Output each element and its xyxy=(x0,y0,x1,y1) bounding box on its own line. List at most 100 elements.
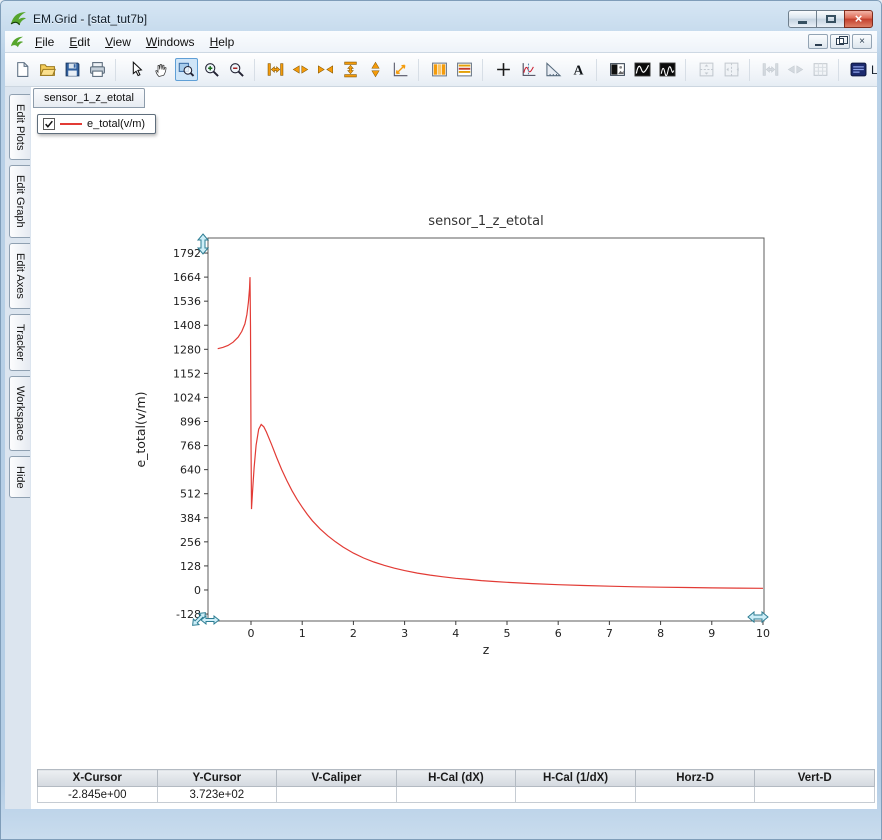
zoom-in-button[interactable] xyxy=(200,58,223,81)
minimize-button[interactable] xyxy=(788,10,817,28)
y-tick-label: 1408 xyxy=(173,319,201,332)
legend-label: e_total(v/m) xyxy=(87,118,145,130)
plot-area[interactable] xyxy=(208,238,764,621)
print-button[interactable] xyxy=(86,58,109,81)
toolbar: A Layout xyxy=(5,53,877,87)
menu-item-windows[interactable]: Windows xyxy=(139,33,202,51)
readout-value xyxy=(396,787,516,803)
zoom-window-icon xyxy=(178,61,195,78)
x-tick-label: 5 xyxy=(503,627,510,640)
caliper-button[interactable] xyxy=(542,58,565,81)
x-tick-label: 2 xyxy=(350,627,357,640)
zoom-window-button[interactable] xyxy=(175,58,198,81)
layout-label: Layout xyxy=(871,63,877,77)
sidebar-tab-edit-graph[interactable]: Edit Graph xyxy=(9,165,30,238)
grid-view-button xyxy=(809,58,832,81)
sync-expand-icon xyxy=(787,61,804,78)
close-button[interactable]: × xyxy=(844,10,873,28)
grid-view-icon xyxy=(812,61,829,78)
split-horizontal-button xyxy=(720,58,743,81)
add-marker-button[interactable] xyxy=(492,58,515,81)
select-pointer-button[interactable] xyxy=(125,58,148,81)
split-vertical-button xyxy=(695,58,718,81)
menu-item-edit[interactable]: Edit xyxy=(62,33,97,51)
y-tick-label: 896 xyxy=(180,416,201,429)
y-tick-label: 128 xyxy=(180,560,201,573)
open-file-button[interactable] xyxy=(36,58,59,81)
toolbar-separator xyxy=(749,59,755,81)
main-area: sensor_1_z_etotal e_total(v/m) -12801282… xyxy=(31,87,877,809)
tracker-icon xyxy=(520,61,537,78)
x-tick-label: 7 xyxy=(606,627,613,640)
tracker-button[interactable] xyxy=(517,58,540,81)
expand-y-button[interactable] xyxy=(364,58,387,81)
save-icon xyxy=(64,61,81,78)
data-table-icon xyxy=(431,61,448,78)
mdi-restore-button[interactable] xyxy=(830,34,850,49)
x-tick-label: 9 xyxy=(708,627,715,640)
pan-button[interactable] xyxy=(150,58,173,81)
menu-item-view[interactable]: View xyxy=(98,33,138,51)
window-title: EM.Grid - [stat_tut7b] xyxy=(33,12,788,26)
data-table-button[interactable] xyxy=(428,58,451,81)
sidebar-tab-tracker[interactable]: Tracker xyxy=(9,314,30,371)
sidebar-tab-workspace[interactable]: Workspace xyxy=(9,376,30,451)
y-axis-pan-handle-icon[interactable] xyxy=(195,233,211,260)
layout-icon xyxy=(850,61,867,78)
autoscale-button[interactable] xyxy=(389,58,412,81)
save-button[interactable] xyxy=(61,58,84,81)
mdi-close-button[interactable]: × xyxy=(852,34,872,49)
sync-width-icon xyxy=(762,61,779,78)
expand-x-button[interactable] xyxy=(289,58,312,81)
new-file-button[interactable] xyxy=(11,58,34,81)
autoscale-icon xyxy=(392,61,409,78)
menu-item-help[interactable]: Help xyxy=(203,33,242,51)
fit-height-button[interactable] xyxy=(339,58,362,81)
chart-canvas[interactable]: -128012825638451264076889610241152128014… xyxy=(131,207,791,669)
data-rows-button[interactable] xyxy=(453,58,476,81)
readout-header: Horz-D xyxy=(635,770,755,787)
readout-header: Vert-D xyxy=(755,770,875,787)
sidebar-tab-hide[interactable]: Hide xyxy=(9,456,30,499)
waveform-view-2-button[interactable] xyxy=(656,58,679,81)
readout-header: V-Caliper xyxy=(277,770,397,787)
compress-x-button[interactable] xyxy=(314,58,337,81)
check-icon xyxy=(44,119,54,129)
sidebar-tab-edit-axes[interactable]: Edit Axes xyxy=(9,243,30,309)
chart[interactable]: -128012825638451264076889610241152128014… xyxy=(131,207,791,669)
sidebar-tab-edit-plots[interactable]: Edit Plots xyxy=(9,94,30,160)
waveform-2-icon xyxy=(659,61,676,78)
legend-line-sample xyxy=(60,123,82,125)
document-tab[interactable]: sensor_1_z_etotal xyxy=(33,88,145,108)
menu-item-file[interactable]: File xyxy=(28,33,61,51)
fit-height-icon xyxy=(342,61,359,78)
readout-value xyxy=(755,787,875,803)
expand-x-icon xyxy=(292,61,309,78)
layout-button[interactable]: Layout xyxy=(850,61,877,78)
zoom-out-button[interactable] xyxy=(225,58,248,81)
image-export-button[interactable] xyxy=(606,58,629,81)
sidebar: Edit Plots Edit Graph Edit Axes Tracker Work… xyxy=(5,87,31,809)
legend[interactable]: e_total(v/m) xyxy=(37,114,156,134)
origin-pan-handle-icon[interactable] xyxy=(189,603,223,634)
document-icon[interactable] xyxy=(10,35,24,49)
pointer-icon xyxy=(128,61,145,78)
legend-checkbox[interactable] xyxy=(43,118,55,130)
y-tick-label: 512 xyxy=(180,488,201,501)
y-tick-label: 1152 xyxy=(173,367,201,380)
compress-x-icon xyxy=(317,61,334,78)
x-tick-label: 4 xyxy=(452,627,459,640)
text-icon: A xyxy=(570,61,587,78)
x-axis-pan-handle-icon[interactable] xyxy=(747,609,769,630)
mdi-minimize-button[interactable] xyxy=(808,34,828,49)
y-tick-label: 384 xyxy=(180,512,201,525)
menu-bar: FileEditViewWindowsHelp × xyxy=(5,31,877,53)
cursor-readout-table: X-CursorY-CursorV-CaliperH-Cal (dX)H-Cal… xyxy=(37,769,875,803)
fit-width-button[interactable] xyxy=(264,58,287,81)
waveform-view-button[interactable] xyxy=(631,58,654,81)
text-annotation-button[interactable]: A xyxy=(567,58,590,81)
toolbar-separator xyxy=(418,59,424,81)
maximize-button[interactable] xyxy=(816,10,845,28)
readout-value: 3.723e+02 xyxy=(157,787,277,803)
x-tick-label: 6 xyxy=(555,627,562,640)
